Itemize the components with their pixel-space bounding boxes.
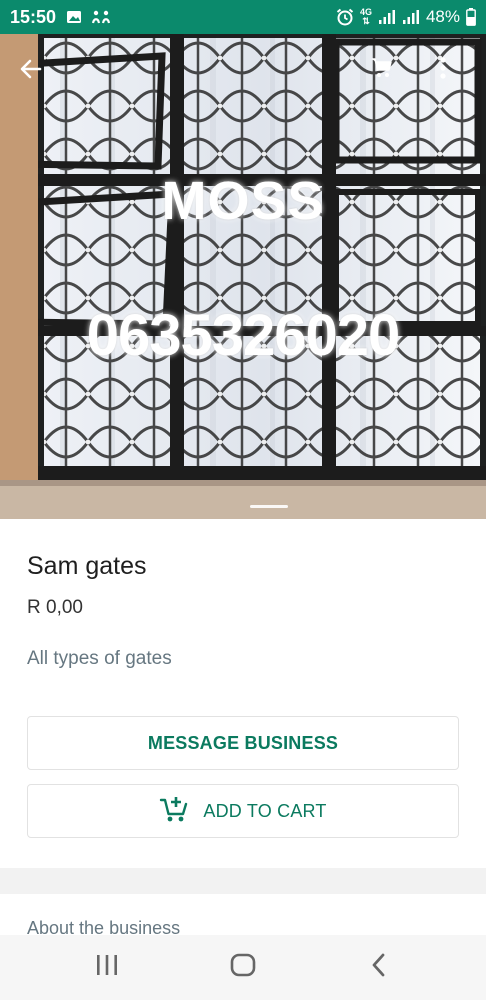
add-to-cart-label: ADD TO CART [203, 800, 327, 821]
product-title: Sam gates [27, 552, 147, 580]
battery-icon [466, 8, 476, 26]
watermark-name: MOSS [161, 171, 325, 231]
recents-button[interactable] [87, 949, 127, 985]
recents-icon [95, 954, 119, 981]
add-to-cart-button[interactable]: ADD TO CART [27, 784, 459, 838]
battery-percent: 48% [425, 7, 460, 26]
home-icon [230, 953, 256, 982]
cast-icon [92, 9, 111, 25]
product-description: All types of gates [27, 648, 172, 669]
product-price: R 0,00 [27, 597, 83, 618]
watermark-phone: 0635326020 [86, 303, 401, 368]
hero-overlay: MOSS 0635326020 [0, 34, 486, 519]
product-details: Sam gates R 0,00 All types of gates MESS… [0, 519, 486, 869]
system-nav-bar [0, 935, 486, 1000]
add-to-cart-icon [159, 794, 189, 829]
more-options-button[interactable] [440, 56, 470, 92]
alarm-icon [336, 8, 354, 26]
system-back-button[interactable] [359, 949, 399, 985]
image-pager-indicator [250, 505, 288, 508]
image-icon [66, 9, 82, 25]
status-time: 15:50 [10, 6, 57, 27]
cart-button[interactable] [370, 56, 406, 92]
4g-icon: 4G ⇅ [359, 7, 372, 26]
message-business-label: MESSAGE BUSINESS [147, 732, 339, 753]
home-button[interactable] [223, 949, 263, 985]
section-divider [0, 868, 486, 894]
signal-icon [378, 9, 396, 25]
product-image[interactable]: MOSS 0635326020 [0, 34, 486, 519]
message-business-button[interactable]: MESSAGE BUSINESS [27, 716, 459, 770]
signal-icon [402, 9, 420, 25]
status-bar: 15:50 4G ⇅ 48% [0, 0, 486, 34]
back-button[interactable] [18, 56, 54, 92]
back-icon [371, 953, 387, 982]
